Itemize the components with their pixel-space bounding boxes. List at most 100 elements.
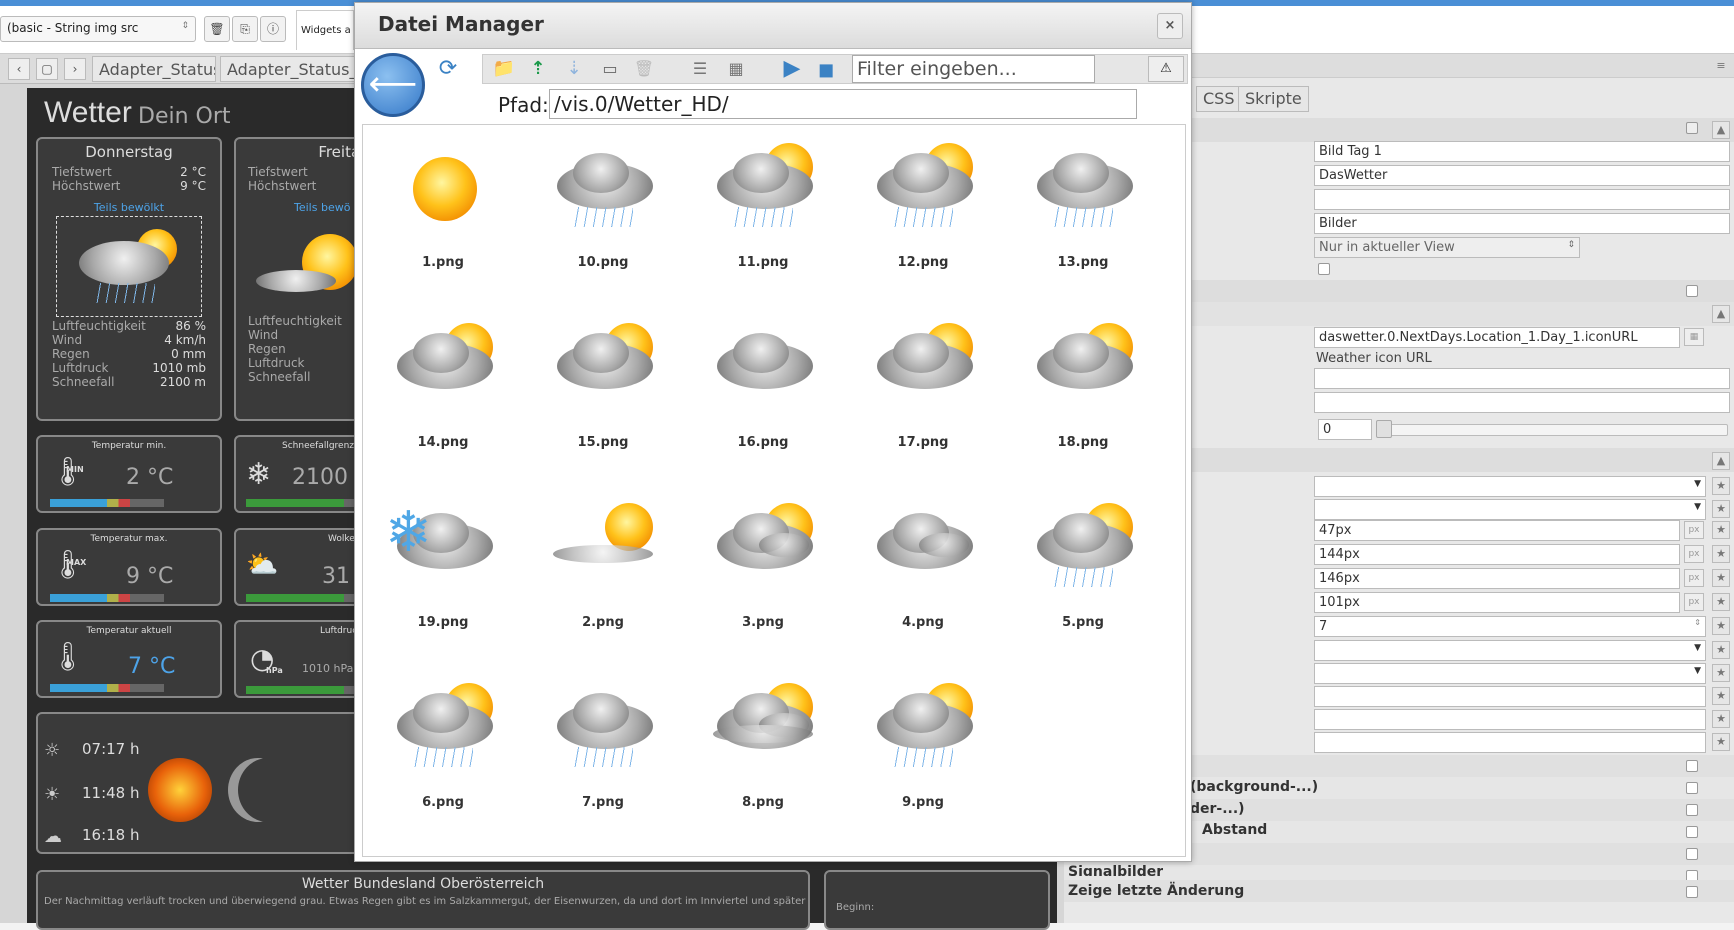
overflow-y-select[interactable]: ▼ xyxy=(1314,663,1706,684)
slider-track[interactable] xyxy=(1376,424,1728,436)
select-oid-button[interactable]: ▦ xyxy=(1684,328,1704,346)
star-icon[interactable]: ★ xyxy=(1712,710,1730,728)
delete-icon[interactable]: 🗑 xyxy=(632,58,656,80)
filter-input[interactable]: Filter eingeben... xyxy=(852,55,1095,83)
table-view-icon[interactable]: ▦ xyxy=(724,58,748,80)
collapse-up-icon[interactable]: ▲ xyxy=(1712,305,1730,323)
file-item[interactable]: 9.png xyxy=(853,675,993,835)
unit-button[interactable]: px xyxy=(1684,545,1704,563)
star-icon[interactable]: ★ xyxy=(1712,617,1730,635)
star-icon[interactable]: ★ xyxy=(1712,500,1730,518)
view-menu-button[interactable]: ▢ xyxy=(36,58,58,80)
tab-css[interactable]: CSS xyxy=(1196,86,1242,112)
comment-field[interactable]: DasWetter xyxy=(1314,165,1730,186)
refresh-icon[interactable]: ⟳ xyxy=(436,58,460,80)
warning-button[interactable]: ⚠ xyxy=(1148,56,1184,82)
collapse-up-icon[interactable]: ▲ xyxy=(1712,452,1730,470)
file-item[interactable]: 6.png xyxy=(373,675,513,835)
unit-button[interactable]: px xyxy=(1684,521,1704,539)
file-item[interactable]: 8.png xyxy=(693,675,833,835)
slider-handle[interactable] xyxy=(1376,420,1392,438)
star-icon[interactable]: ★ xyxy=(1712,593,1730,611)
overflow-x-select[interactable]: ▼ xyxy=(1314,640,1706,661)
star-icon[interactable]: ★ xyxy=(1712,641,1730,659)
cursor-field[interactable] xyxy=(1314,709,1706,730)
info-button[interactable]: ⓘ xyxy=(260,16,286,42)
file-item[interactable]: 1.png xyxy=(373,135,513,295)
unit-button[interactable]: px xyxy=(1684,593,1704,611)
file-item[interactable]: 14.png xyxy=(373,315,513,475)
height-field[interactable]: 101px xyxy=(1314,592,1680,613)
slider-value-field[interactable]: 0 xyxy=(1318,419,1372,440)
selected-weather-image[interactable] xyxy=(56,216,202,317)
widget-select[interactable]: (basic - String img src ⇕ xyxy=(0,16,196,42)
star-icon[interactable]: ★ xyxy=(1712,569,1730,587)
file-item[interactable]: 7.png xyxy=(533,675,673,835)
star-icon[interactable]: ★ xyxy=(1712,545,1730,563)
star-icon[interactable]: ★ xyxy=(1712,733,1730,751)
close-button[interactable]: × xyxy=(1157,13,1183,39)
file-item[interactable]: 16.png xyxy=(693,315,833,475)
lock-checkbox[interactable] xyxy=(1318,263,1330,275)
width-field[interactable]: 146px xyxy=(1314,568,1680,589)
section-checkbox[interactable] xyxy=(1686,886,1698,898)
name-field[interactable]: Bild Tag 1 xyxy=(1314,141,1730,162)
file-item[interactable]: 5.png xyxy=(1013,495,1153,655)
class-field[interactable]: Bilder xyxy=(1314,213,1730,234)
section-checkbox[interactable] xyxy=(1686,760,1698,772)
top-field[interactable]: 144px xyxy=(1314,544,1680,565)
section-checkbox[interactable] xyxy=(1686,804,1698,816)
tab-scripts[interactable]: Skripte xyxy=(1238,86,1309,112)
file-item[interactable]: 2.png xyxy=(533,495,673,655)
list-view-icon[interactable]: ☰ xyxy=(688,58,712,80)
file-item[interactable]: 13.png xyxy=(1013,135,1153,295)
tab-widgets[interactable]: Widgets a xyxy=(296,10,354,50)
section-checkbox[interactable] xyxy=(1686,782,1698,794)
transform-field[interactable] xyxy=(1314,732,1706,753)
back-button[interactable]: ⟵ xyxy=(361,53,425,117)
stop-icon[interactable]: ◼ xyxy=(814,58,838,80)
z-index-field[interactable]: 7 ⇕ xyxy=(1314,616,1706,637)
file-item[interactable]: 12.png xyxy=(853,135,993,295)
prev-view-button[interactable]: ‹ xyxy=(8,58,30,80)
collapse-up-icon[interactable]: ▲ xyxy=(1712,121,1730,139)
star-icon[interactable]: ★ xyxy=(1712,664,1730,682)
section-checkbox[interactable] xyxy=(1686,285,1698,297)
position-select[interactable]: ▼ xyxy=(1314,476,1706,497)
upload-icon[interactable]: ⇡ xyxy=(526,58,550,80)
copy-widget-button[interactable]: ⎘ xyxy=(232,16,258,42)
section-checkbox[interactable] xyxy=(1686,122,1698,134)
file-item[interactable]: 11.png xyxy=(693,135,833,295)
file-item[interactable]: 18.png xyxy=(1013,315,1153,475)
tab-adapter-status[interactable]: Adapter_Status xyxy=(92,56,216,82)
file-item[interactable]: 10.png xyxy=(533,135,673,295)
play-icon[interactable]: ▶ xyxy=(780,58,804,80)
file-item[interactable]: 15.png xyxy=(533,315,673,475)
new-folder-icon[interactable]: 📁 xyxy=(492,58,516,80)
unit-button[interactable]: px xyxy=(1684,569,1704,587)
download-icon[interactable]: ⇣ xyxy=(562,58,586,80)
file-item[interactable]: 3.png xyxy=(693,495,833,655)
collapse-icon[interactable]: ≡ xyxy=(1712,58,1730,76)
filter-field[interactable] xyxy=(1314,189,1730,210)
star-icon[interactable]: ★ xyxy=(1712,687,1730,705)
rename-icon[interactable]: ▭ xyxy=(598,58,622,80)
delete-widget-button[interactable]: 🗑 xyxy=(204,16,230,42)
file-item[interactable]: 17.png xyxy=(853,315,993,475)
left-field[interactable]: 47px xyxy=(1314,520,1680,541)
file-item[interactable]: 4.png xyxy=(853,495,993,655)
file-item[interactable]: ❄ 19.png xyxy=(373,495,513,655)
section-checkbox[interactable] xyxy=(1686,848,1698,860)
oid-field[interactable]: daswetter.0.NextDays.Location_1.Day_1.ic… xyxy=(1314,327,1680,348)
display-select[interactable]: ▼ xyxy=(1314,499,1706,520)
path-input[interactable]: /vis.0/Wetter_HD/ xyxy=(549,89,1137,119)
section-checkbox[interactable] xyxy=(1686,826,1698,838)
next-view-button[interactable]: › xyxy=(64,58,86,80)
empty-field[interactable] xyxy=(1314,368,1730,389)
empty-field[interactable] xyxy=(1314,392,1730,413)
star-icon[interactable]: ★ xyxy=(1712,477,1730,495)
star-icon[interactable]: ★ xyxy=(1712,521,1730,539)
opacity-field[interactable] xyxy=(1314,686,1706,707)
tab-adapter-status-2[interactable]: Adapter_Status_2 xyxy=(220,56,356,82)
views-select[interactable]: Nur in aktueller View ⇕ xyxy=(1314,237,1580,258)
